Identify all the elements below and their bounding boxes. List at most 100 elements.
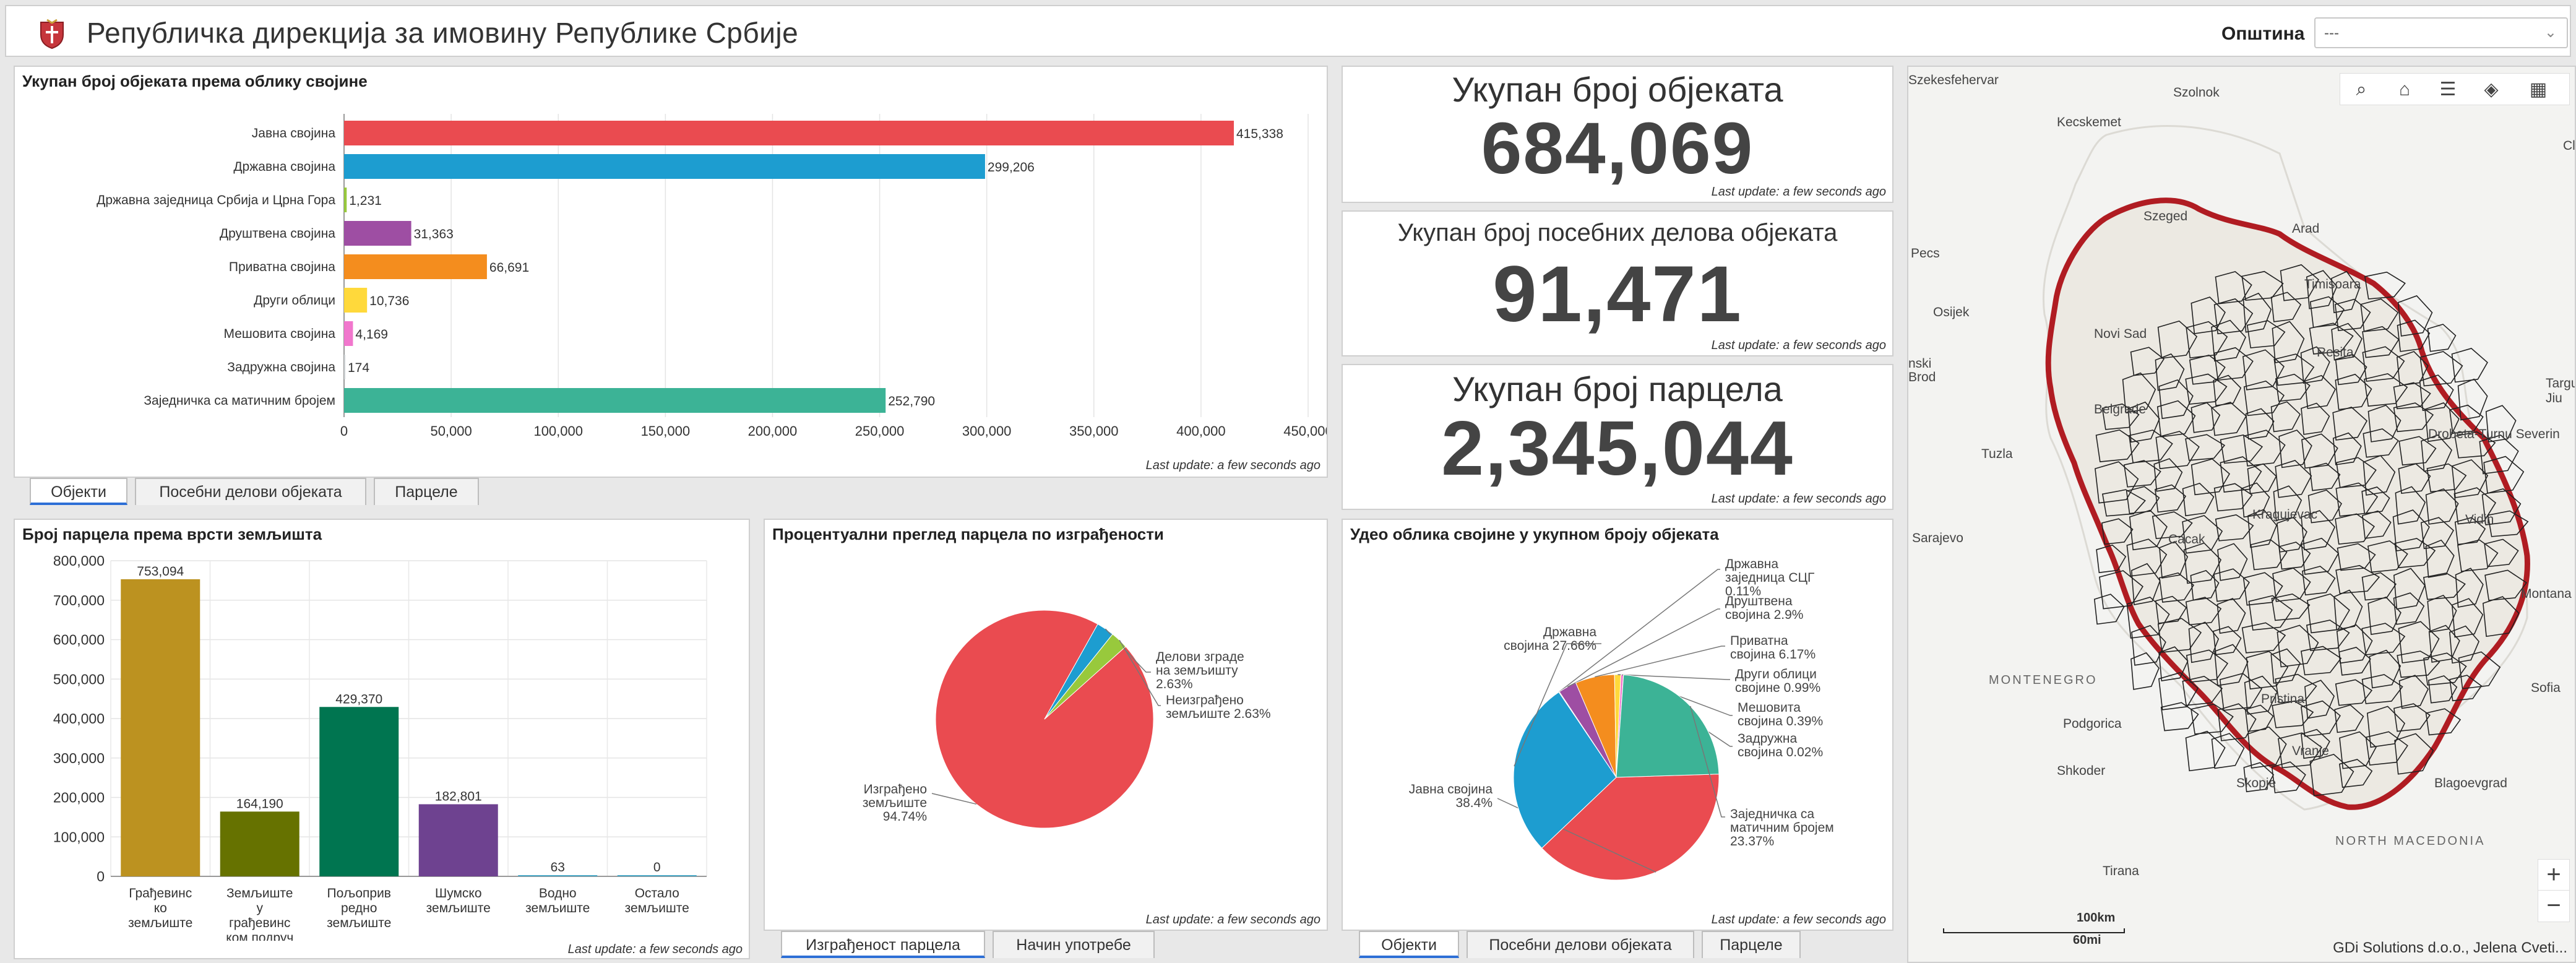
bar xyxy=(344,221,411,246)
tab-parcels[interactable]: Парцеле xyxy=(1702,931,1801,958)
bar xyxy=(344,254,487,279)
map-place-label: Szolnok xyxy=(2173,85,2220,100)
built-pie-chart: Изграђеноземљиште94.74% Делови зградена з… xyxy=(863,610,1271,829)
slice-label: заједница СЦГ xyxy=(1725,571,1814,585)
slice-label: 23.37% xyxy=(1730,834,1774,849)
bar xyxy=(121,579,200,876)
map-place-label: Skopje xyxy=(2236,776,2277,790)
zoom-out-button[interactable]: − xyxy=(2538,890,2570,922)
x-tick-label: 200,000 xyxy=(748,423,798,439)
y-tick-label: Други облици xyxy=(254,293,335,308)
map-panel[interactable]: ⌕ ⌂ ☰ ◈ ▦ Szekesfehervar Szolnok Kecskemet… xyxy=(1907,66,2576,963)
data-label: 63 xyxy=(551,860,565,874)
ownership-bar-chart: 0 50,000 100,000 150,000 200,000 250,000 300,0… xyxy=(97,114,1327,439)
y-tick-label: 100,000 xyxy=(53,829,105,845)
slice-label: својина 27.66% xyxy=(1504,639,1596,653)
map-place-label: nski xyxy=(1908,356,1932,371)
data-label: 4,169 xyxy=(355,327,388,342)
map-place-label: Tirana xyxy=(2103,864,2139,878)
x-tick-label: 0 xyxy=(340,423,348,439)
ownership-tabs: Објекти Посебни делови објеката Парцеле xyxy=(30,478,525,506)
layers-icon[interactable]: ◈ xyxy=(2479,77,2504,102)
x-tick-label: 350,000 xyxy=(1069,423,1119,439)
y-tick-label: Државна својина xyxy=(233,160,335,174)
data-label: 252,790 xyxy=(888,394,935,408)
x-tick-label: 100,000 xyxy=(533,423,583,439)
map-place-label: Resita xyxy=(2317,345,2354,360)
tab-usage[interactable]: Начин употребе xyxy=(993,931,1155,958)
slice-label: Заједничка са xyxy=(1730,807,1814,821)
bar xyxy=(220,811,299,876)
x-tick-label: Остало xyxy=(635,886,679,900)
kpi-title: Укупан број посебних делова објеката xyxy=(1397,219,1838,246)
map-place-label: Tuzla xyxy=(1981,447,2013,461)
bar xyxy=(344,188,347,212)
bar xyxy=(344,288,368,313)
slice-label: матичним бројем xyxy=(1730,821,1834,835)
x-tick-label: 400,000 xyxy=(1176,423,1226,439)
map-place-label: Arad xyxy=(2292,222,2320,236)
tab-objects[interactable]: Објекти xyxy=(30,478,127,505)
map-scale-bar: 100km 60mi xyxy=(1943,911,2129,947)
slice-label: Задружна xyxy=(1738,732,1797,746)
y-tick-label: 300,000 xyxy=(53,750,105,766)
x-tick-label: земљиште xyxy=(128,916,192,930)
map-attribution: GDi Solutions d.o.o., Jelena Cveti... xyxy=(2333,939,2567,956)
x-tick-label: 50,000 xyxy=(430,423,472,439)
slice-label: земљиште 2.63% xyxy=(1166,707,1271,721)
data-label: 31,363 xyxy=(414,227,454,241)
map-place-label: Vranje xyxy=(2292,744,2329,758)
kpi-parcels: Укупан број парцела 2,345,044 Last updat… xyxy=(1342,364,1893,510)
tab-objects[interactable]: Објекти xyxy=(1359,931,1459,958)
kpi-title: Укупан број објеката xyxy=(1452,70,1783,109)
map-place-label: Kecskemet xyxy=(2057,115,2121,129)
list-icon[interactable]: ☰ xyxy=(2436,77,2460,102)
y-tick-label: Државна заједница Србија и Црна Гора xyxy=(97,193,335,207)
last-update-text: Last update: a few seconds ago xyxy=(1711,913,1886,926)
bar xyxy=(344,121,1234,145)
map-place-label: Drobeta-Turnu Severin xyxy=(2428,427,2560,441)
x-tick-label: 250,000 xyxy=(855,423,905,439)
data-label: 0 xyxy=(653,860,661,874)
map-toolbar: ⌕ ⌂ ☰ ◈ ▦ xyxy=(2340,73,2570,105)
zoom-in-button[interactable]: + xyxy=(2538,859,2570,891)
map-place-label: Montana xyxy=(2521,587,2572,601)
home-icon[interactable]: ⌂ xyxy=(2392,77,2417,102)
tab-built-status[interactable]: Изграђеност парцела xyxy=(781,931,985,958)
slice-label: земљиште xyxy=(863,796,927,810)
x-tick-label: земљиште xyxy=(426,901,491,915)
share-tabs: Објекти Посебни делови објеката Парцеле xyxy=(1359,931,1854,959)
tab-building-parts[interactable]: Посебни делови објеката xyxy=(135,478,366,505)
slice-label: 38.4% xyxy=(1455,796,1493,810)
map-place-label: Cluj xyxy=(2563,139,2575,153)
chevron-down-icon: ⌄ xyxy=(2544,24,2557,41)
data-label: 10,736 xyxy=(369,294,409,308)
map-place-label: Novi Sad xyxy=(2094,327,2147,341)
y-tick-label: 600,000 xyxy=(53,632,105,648)
map-place-label: Osijek xyxy=(1933,305,1970,319)
municipality-select[interactable]: --- ⌄ xyxy=(2314,17,2568,48)
x-tick-label: 150,000 xyxy=(641,423,691,439)
data-label: 429,370 xyxy=(335,692,382,706)
kpi-value: 684,069 xyxy=(1481,108,1754,189)
slice-label: својина 0.02% xyxy=(1738,745,1823,759)
x-tick-label: Шумско xyxy=(435,886,482,900)
tab-parcels[interactable]: Парцеле xyxy=(374,478,479,505)
x-tick-label: земљиште xyxy=(525,901,590,915)
slice-label: својине 0.99% xyxy=(1735,681,1820,695)
y-tick-label: Приватна својина xyxy=(229,260,335,274)
basemap-icon[interactable]: ▦ xyxy=(2526,77,2551,102)
map-place-label: Sarajevo xyxy=(1912,531,1963,545)
slice-label: својина 0.39% xyxy=(1738,714,1823,728)
search-icon[interactable]: ⌕ xyxy=(2349,77,2374,102)
slice-label: 2.63% xyxy=(1156,677,1193,691)
y-tick-label: Задружна својина xyxy=(227,360,335,374)
y-tick-label: 500,000 xyxy=(53,671,105,687)
kpi-value: 2,345,044 xyxy=(1441,406,1794,491)
map-place-label: Szeged xyxy=(2143,209,2188,223)
serbia-crest-icon xyxy=(40,19,64,50)
tab-building-parts[interactable]: Посебни делови објеката xyxy=(1467,931,1694,958)
map-place-label: Timisoara xyxy=(2304,277,2361,291)
slice-label: својина 2.9% xyxy=(1725,608,1803,622)
slice-label: Јавна својина xyxy=(1409,782,1493,797)
